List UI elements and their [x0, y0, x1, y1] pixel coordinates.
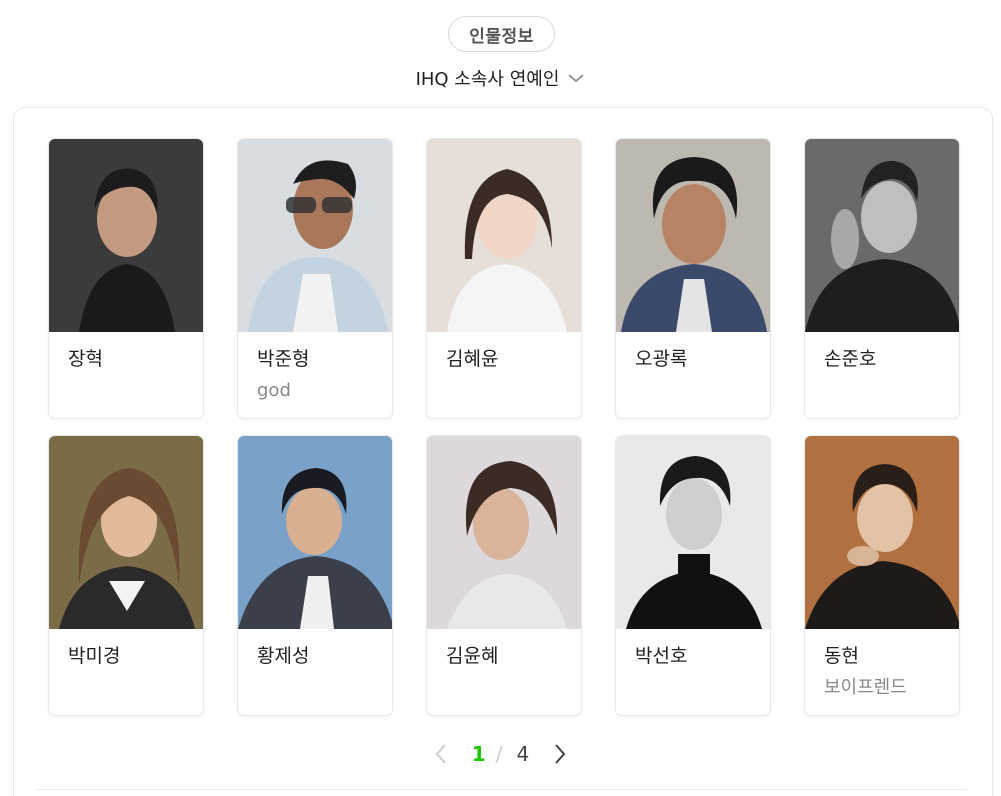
- person-photo[interactable]: [805, 436, 959, 629]
- person-group: [427, 668, 581, 677]
- current-page: 1: [471, 742, 486, 766]
- person-info-tab[interactable]: 인물정보: [448, 16, 555, 52]
- total-pages: 4: [516, 742, 530, 766]
- person-card[interactable]: 박미경: [48, 435, 204, 716]
- person-card[interactable]: 장혁: [48, 138, 204, 419]
- person-card[interactable]: 동현 보이프렌드: [804, 435, 960, 716]
- person-photo[interactable]: [616, 139, 770, 332]
- person-info-tab-label: 인물정보: [469, 26, 534, 47]
- person-name[interactable]: 김혜윤: [427, 332, 581, 371]
- person-name[interactable]: 황제성: [238, 629, 392, 668]
- prev-page-button[interactable]: [426, 739, 456, 769]
- person-photo[interactable]: [49, 436, 203, 629]
- person-card[interactable]: 박선호: [615, 435, 771, 716]
- person-group: [805, 371, 959, 380]
- person-group: [616, 371, 770, 380]
- person-name[interactable]: 김윤혜: [427, 629, 581, 668]
- person-photo[interactable]: [49, 139, 203, 332]
- person-name[interactable]: 동현: [805, 629, 959, 668]
- person-name[interactable]: 오광록: [616, 332, 770, 371]
- next-page-button[interactable]: [545, 739, 575, 769]
- person-card[interactable]: 박준형 god: [237, 138, 393, 419]
- person-card[interactable]: 오광록: [615, 138, 771, 419]
- person-group: [49, 668, 203, 677]
- agency-selector[interactable]: IHQ 소속사 연예인: [0, 64, 1001, 92]
- person-photo[interactable]: [427, 139, 581, 332]
- pagination: 1 / 4: [0, 738, 1001, 770]
- divider: [35, 789, 967, 790]
- person-photo[interactable]: [238, 139, 392, 332]
- person-photo[interactable]: [238, 436, 392, 629]
- person-card[interactable]: 김윤혜: [426, 435, 582, 716]
- person-card[interactable]: 황제성: [237, 435, 393, 716]
- page-separator: /: [495, 742, 503, 766]
- chevron-left-icon: [435, 744, 446, 764]
- person-group: [616, 668, 770, 677]
- chevron-down-icon[interactable]: [567, 72, 585, 84]
- person-group: [427, 371, 581, 380]
- person-name[interactable]: 박선호: [616, 629, 770, 668]
- person-name[interactable]: 장혁: [49, 332, 203, 371]
- person-name[interactable]: 손준호: [805, 332, 959, 371]
- person-photo[interactable]: [805, 139, 959, 332]
- person-group: [238, 668, 392, 677]
- person-card[interactable]: 김혜윤: [426, 138, 582, 419]
- person-group: [49, 371, 203, 380]
- person-card[interactable]: 손준호: [804, 138, 960, 419]
- person-grid: 장혁 박준형 god 김혜윤 오광록 손준호 박미경 황제성 김윤혜 박선호 동…: [48, 138, 960, 716]
- person-photo[interactable]: [427, 436, 581, 629]
- agency-selector-label: IHQ 소속사 연예인: [415, 69, 560, 90]
- person-name[interactable]: 박준형: [238, 332, 392, 371]
- person-info-widget: 인물정보 IHQ 소속사 연예인 장혁 박준형 god 김혜윤 오광록 손준호 …: [0, 0, 1001, 796]
- person-name[interactable]: 박미경: [49, 629, 203, 668]
- person-group[interactable]: god: [238, 371, 392, 402]
- person-photo[interactable]: [616, 436, 770, 629]
- person-group[interactable]: 보이프렌드: [805, 668, 959, 699]
- chevron-right-icon: [555, 744, 566, 764]
